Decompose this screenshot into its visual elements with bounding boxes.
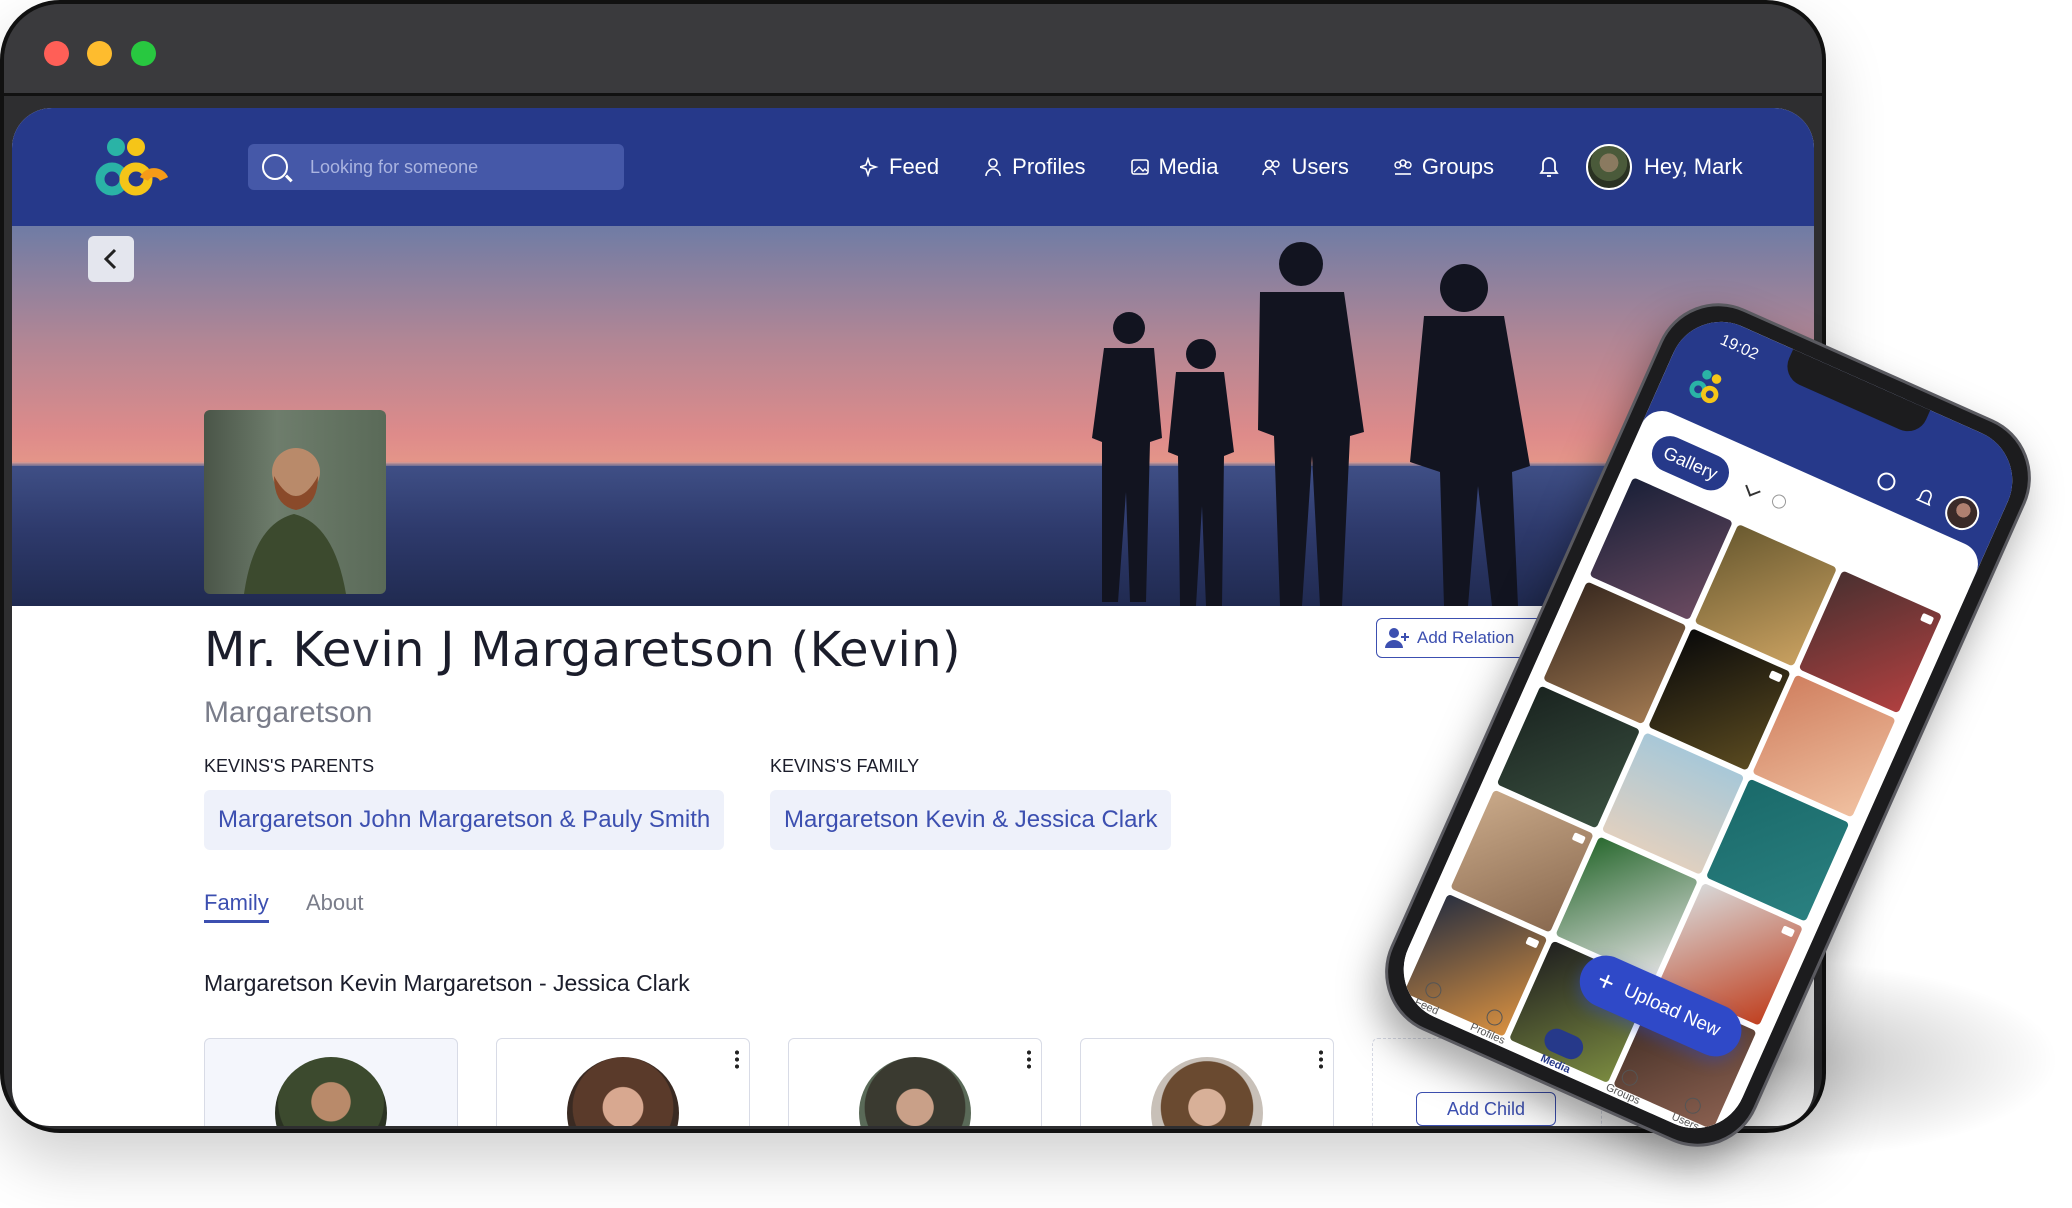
info-icon[interactable]	[1769, 492, 1789, 511]
family-member-card[interactable]	[496, 1038, 750, 1126]
top-navbar: Looking for someone Feed Profiles Media	[12, 108, 1814, 226]
maximize-window-button[interactable]	[131, 41, 156, 66]
member-avatar	[859, 1057, 971, 1126]
phone-tab-feed-label: Feed	[1412, 996, 1441, 1018]
more-options-icon[interactable]	[735, 1049, 739, 1069]
phone-tab-users-label: Users	[1669, 1110, 1701, 1134]
plus-icon: +	[1592, 963, 1620, 999]
search-icon	[262, 154, 288, 180]
users-icon	[1681, 1095, 1704, 1117]
member-avatar	[275, 1057, 387, 1126]
minimize-window-button[interactable]	[87, 41, 112, 66]
profile-photo[interactable]	[204, 410, 386, 594]
app-logo-icon[interactable]	[1685, 364, 1735, 411]
sparkle-icon	[860, 157, 879, 177]
user-avatar[interactable]	[1586, 144, 1633, 190]
app-logo-icon[interactable]	[94, 135, 170, 199]
nav-media[interactable]: Media	[1130, 154, 1219, 180]
phone-tab-feed[interactable]: Feed	[1413, 978, 1449, 1017]
nav-feed-label: Feed	[889, 154, 940, 179]
person-icon	[985, 158, 1001, 177]
parents-link[interactable]: Margaretson John Margaretson & Pauly Smi…	[204, 790, 725, 850]
phone-notch	[1781, 349, 1931, 438]
nav-users[interactable]: Users	[1262, 154, 1349, 180]
profile-surname: Margaretson	[204, 696, 373, 729]
member-avatar	[567, 1057, 679, 1126]
search-bar[interactable]: Looking for someone	[248, 144, 624, 190]
back-button[interactable]	[88, 236, 134, 282]
phone-tab-users[interactable]: Users	[1670, 1092, 1709, 1133]
video-icon	[1571, 831, 1586, 845]
nav-feed[interactable]: Feed	[860, 154, 939, 180]
video-icon	[1919, 612, 1935, 626]
add-person-icon	[1385, 628, 1409, 648]
chevron-down-icon[interactable]	[1745, 481, 1761, 497]
family-member-card[interactable]	[204, 1038, 458, 1126]
phone-tab-profiles[interactable]: Profiles	[1468, 1003, 1515, 1047]
search-input[interactable]: Looking for someone	[310, 157, 478, 178]
window-titlebar	[4, 4, 1822, 96]
person-icon	[1484, 1007, 1506, 1029]
nav-profiles[interactable]: Profiles	[983, 154, 1086, 180]
family-heading: KEVINS'S FAMILY	[770, 756, 920, 776]
phone-tab-media[interactable]: Media	[1535, 1025, 1588, 1078]
bell-icon[interactable]	[1538, 155, 1560, 179]
nav-users-label: Users	[1291, 154, 1349, 179]
phone-tab-profiles-label: Profiles	[1468, 1021, 1507, 1047]
bell-icon[interactable]	[1913, 485, 1938, 511]
nav-groups[interactable]: Groups	[1393, 154, 1494, 180]
profile-portrait-image	[244, 448, 346, 594]
tab-family[interactable]: Family	[204, 890, 269, 923]
video-icon	[1524, 936, 1540, 949]
gallery-dropdown[interactable]: Gallery	[1646, 430, 1735, 497]
nav-profiles-label: Profiles	[1012, 154, 1086, 179]
image-icon	[1130, 159, 1149, 175]
chevron-left-icon	[103, 248, 117, 270]
video-icon	[1780, 925, 1796, 938]
sparkle-icon	[1423, 979, 1445, 1001]
family-silhouette-image	[1092, 242, 1530, 606]
more-options-icon[interactable]	[1027, 1049, 1031, 1069]
user-greeting[interactable]: Hey, Mark	[1644, 154, 1743, 180]
video-icon	[1768, 670, 1784, 683]
phone-tab-groups[interactable]: Groups	[1604, 1063, 1650, 1107]
phone-time: 19:02	[1717, 331, 1761, 364]
add-relation-label: Add Relation	[1417, 628, 1515, 647]
nav-groups-label: Groups	[1421, 154, 1495, 179]
tab-about[interactable]: About	[306, 890, 364, 916]
family-member-card[interactable]	[788, 1038, 1042, 1126]
main-nav: Feed Profiles Media Users Groups Hey, Ma…	[860, 144, 1743, 190]
groups-icon	[1394, 159, 1412, 175]
member-avatar	[1151, 1057, 1263, 1126]
couple-title: Margaretson Kevin Margaretson - Jessica …	[204, 970, 690, 996]
nav-media-label: Media	[1158, 154, 1219, 179]
groups-icon	[1619, 1067, 1641, 1089]
profile-full-name: Mr. Kevin J Margaretson (Kevin)	[204, 622, 961, 678]
user-avatar[interactable]	[1939, 490, 1985, 536]
parents-heading: KEVINS'S PARENTS	[204, 756, 375, 776]
family-member-card[interactable]	[1080, 1038, 1334, 1126]
search-icon[interactable]	[1874, 469, 1899, 494]
more-options-icon[interactable]	[1319, 1049, 1323, 1069]
phone-tab-groups-label: Groups	[1603, 1081, 1642, 1108]
family-link[interactable]: Margaretson Kevin & Jessica Clark	[770, 790, 1172, 850]
users-icon	[1262, 159, 1281, 176]
close-window-button[interactable]	[44, 41, 69, 66]
